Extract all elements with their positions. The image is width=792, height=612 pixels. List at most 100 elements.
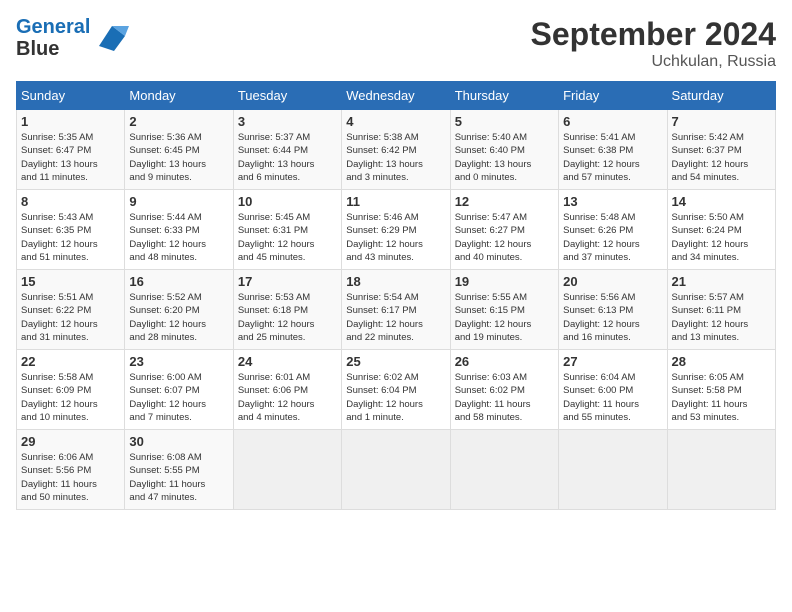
day-number: 29: [21, 434, 120, 449]
logo: General Blue: [16, 16, 129, 60]
week-row-1: 1Sunrise: 5:35 AM Sunset: 6:47 PM Daylig…: [17, 110, 776, 190]
day-number: 25: [346, 354, 445, 369]
day-number: 16: [129, 274, 228, 289]
header-friday: Friday: [559, 82, 667, 110]
calendar-cell: 12Sunrise: 5:47 AM Sunset: 6:27 PM Dayli…: [450, 190, 558, 270]
day-number: 12: [455, 194, 554, 209]
day-number: 24: [238, 354, 337, 369]
calendar-cell: 23 Sunrise: 6:00 AM Sunset: 6:07 PM Dayli…: [125, 350, 233, 430]
day-number: 13: [563, 194, 662, 209]
day-detail: Sunrise: 5:58 AM Sunset: 6:09 PM Dayligh…: [21, 371, 120, 424]
location: Uchkulan, Russia: [531, 53, 776, 71]
calendar-cell: 13 Sunrise: 5:48 AM Sunset: 6:26 PM Dayli…: [559, 190, 667, 270]
calendar-cell: 11Sunrise: 5:46 AM Sunset: 6:29 PM Dayli…: [342, 190, 450, 270]
header-sunday: Sunday: [17, 82, 125, 110]
calendar-cell: 7Sunrise: 5:42 AM Sunset: 6:37 PM Daylig…: [667, 110, 775, 190]
calendar-cell: 17Sunrise: 5:53 AM Sunset: 6:18 PM Dayli…: [233, 270, 341, 350]
day-number: 30: [129, 434, 228, 449]
calendar-cell: 27Sunrise: 6:04 AM Sunset: 6:00 PM Dayli…: [559, 350, 667, 430]
calendar-cell: 9Sunrise: 5:44 AM Sunset: 6:33 PM Daylig…: [125, 190, 233, 270]
day-detail: Sunrise: 6:04 AM Sunset: 6:00 PM Dayligh…: [563, 371, 662, 424]
day-detail: Sunrise: 5:37 AM Sunset: 6:44 PM Dayligh…: [238, 131, 337, 184]
day-number: 26: [455, 354, 554, 369]
day-detail: Sunrise: 6:03 AM Sunset: 6:02 PM Dayligh…: [455, 371, 554, 424]
day-number: 5: [455, 114, 554, 129]
calendar-cell: 5 Sunrise: 5:40 AM Sunset: 6:40 PM Daylig…: [450, 110, 558, 190]
calendar-cell: [233, 430, 341, 510]
day-number: 15: [21, 274, 120, 289]
day-detail: Sunrise: 5:51 AM Sunset: 6:22 PM Dayligh…: [21, 291, 120, 344]
day-number: 17: [238, 274, 337, 289]
header-saturday: Saturday: [667, 82, 775, 110]
logo-text: General Blue: [16, 16, 90, 60]
day-detail: Sunrise: 5:54 AM Sunset: 6:17 PM Dayligh…: [346, 291, 445, 344]
calendar-cell: 25 Sunrise: 6:02 AM Sunset: 6:04 PM Dayli…: [342, 350, 450, 430]
day-number: 19: [455, 274, 554, 289]
header-wednesday: Wednesday: [342, 82, 450, 110]
day-detail: Sunrise: 5:45 AM Sunset: 6:31 PM Dayligh…: [238, 211, 337, 264]
day-number: 18: [346, 274, 445, 289]
calendar-cell: 3 Sunrise: 5:37 AM Sunset: 6:44 PM Daylig…: [233, 110, 341, 190]
day-detail: Sunrise: 5:42 AM Sunset: 6:37 PM Dayligh…: [672, 131, 771, 184]
day-detail: Sunrise: 5:55 AM Sunset: 6:15 PM Dayligh…: [455, 291, 554, 344]
calendar-cell: 1Sunrise: 5:35 AM Sunset: 6:47 PM Daylig…: [17, 110, 125, 190]
day-number: 20: [563, 274, 662, 289]
day-detail: Sunrise: 5:56 AM Sunset: 6:13 PM Dayligh…: [563, 291, 662, 344]
week-row-2: 8Sunrise: 5:43 AM Sunset: 6:35 PM Daylig…: [17, 190, 776, 270]
header-thursday: Thursday: [450, 82, 558, 110]
week-row-3: 15 Sunrise: 5:51 AM Sunset: 6:22 PM Dayli…: [17, 270, 776, 350]
day-detail: Sunrise: 5:43 AM Sunset: 6:35 PM Dayligh…: [21, 211, 120, 264]
day-number: 14: [672, 194, 771, 209]
calendar-cell: [559, 430, 667, 510]
day-number: 21: [672, 274, 771, 289]
day-number: 3: [238, 114, 337, 129]
day-number: 22: [21, 354, 120, 369]
day-detail: Sunrise: 5:40 AM Sunset: 6:40 PM Dayligh…: [455, 131, 554, 184]
day-number: 10: [238, 194, 337, 209]
month-title: September 2024: [531, 16, 776, 53]
day-number: 4: [346, 114, 445, 129]
calendar-cell: [342, 430, 450, 510]
day-detail: Sunrise: 5:38 AM Sunset: 6:42 PM Dayligh…: [346, 131, 445, 184]
day-detail: Sunrise: 6:00 AM Sunset: 6:07 PM Dayligh…: [129, 371, 228, 424]
header-monday: Monday: [125, 82, 233, 110]
calendar-cell: 4 Sunrise: 5:38 AM Sunset: 6:42 PM Daylig…: [342, 110, 450, 190]
calendar-cell: 10 Sunrise: 5:45 AM Sunset: 6:31 PM Dayli…: [233, 190, 341, 270]
calendar-cell: 16Sunrise: 5:52 AM Sunset: 6:20 PM Dayli…: [125, 270, 233, 350]
week-row-5: 29Sunrise: 6:06 AM Sunset: 5:56 PM Dayli…: [17, 430, 776, 510]
calendar-cell: [450, 430, 558, 510]
calendar-cell: 28 Sunrise: 6:05 AM Sunset: 5:58 PM Dayli…: [667, 350, 775, 430]
logo-icon: [94, 21, 129, 56]
calendar-cell: 24 Sunrise: 6:01 AM Sunset: 6:06 PM Dayli…: [233, 350, 341, 430]
day-number: 9: [129, 194, 228, 209]
day-detail: Sunrise: 5:35 AM Sunset: 6:47 PM Dayligh…: [21, 131, 120, 184]
calendar-cell: 15 Sunrise: 5:51 AM Sunset: 6:22 PM Dayli…: [17, 270, 125, 350]
day-detail: Sunrise: 6:05 AM Sunset: 5:58 PM Dayligh…: [672, 371, 771, 424]
day-detail: Sunrise: 5:50 AM Sunset: 6:24 PM Dayligh…: [672, 211, 771, 264]
day-detail: Sunrise: 6:08 AM Sunset: 5:55 PM Dayligh…: [129, 451, 228, 504]
calendar-cell: 19 Sunrise: 5:55 AM Sunset: 6:15 PM Dayli…: [450, 270, 558, 350]
day-detail: Sunrise: 5:48 AM Sunset: 6:26 PM Dayligh…: [563, 211, 662, 264]
calendar-cell: 26 Sunrise: 6:03 AM Sunset: 6:02 PM Dayli…: [450, 350, 558, 430]
calendar-header-row: SundayMondayTuesdayWednesdayThursdayFrid…: [17, 82, 776, 110]
calendar-cell: 8Sunrise: 5:43 AM Sunset: 6:35 PM Daylig…: [17, 190, 125, 270]
day-detail: Sunrise: 6:02 AM Sunset: 6:04 PM Dayligh…: [346, 371, 445, 424]
day-detail: Sunrise: 5:57 AM Sunset: 6:11 PM Dayligh…: [672, 291, 771, 344]
calendar-cell: 20 Sunrise: 5:56 AM Sunset: 6:13 PM Dayli…: [559, 270, 667, 350]
day-detail: Sunrise: 5:36 AM Sunset: 6:45 PM Dayligh…: [129, 131, 228, 184]
day-number: 2: [129, 114, 228, 129]
calendar-cell: 22 Sunrise: 5:58 AM Sunset: 6:09 PM Dayli…: [17, 350, 125, 430]
calendar-cell: 14 Sunrise: 5:50 AM Sunset: 6:24 PM Dayli…: [667, 190, 775, 270]
calendar-cell: 29Sunrise: 6:06 AM Sunset: 5:56 PM Dayli…: [17, 430, 125, 510]
calendar-table: SundayMondayTuesdayWednesdayThursdayFrid…: [16, 81, 776, 510]
day-detail: Sunrise: 6:01 AM Sunset: 6:06 PM Dayligh…: [238, 371, 337, 424]
day-number: 6: [563, 114, 662, 129]
day-number: 28: [672, 354, 771, 369]
calendar-cell: 2 Sunrise: 5:36 AM Sunset: 6:45 PM Daylig…: [125, 110, 233, 190]
calendar-cell: 30 Sunrise: 6:08 AM Sunset: 5:55 PM Dayli…: [125, 430, 233, 510]
day-detail: Sunrise: 5:46 AM Sunset: 6:29 PM Dayligh…: [346, 211, 445, 264]
calendar-cell: 18 Sunrise: 5:54 AM Sunset: 6:17 PM Dayli…: [342, 270, 450, 350]
day-number: 23: [129, 354, 228, 369]
header-tuesday: Tuesday: [233, 82, 341, 110]
page-header: General Blue September 2024 Uchkulan, Ru…: [16, 16, 776, 71]
